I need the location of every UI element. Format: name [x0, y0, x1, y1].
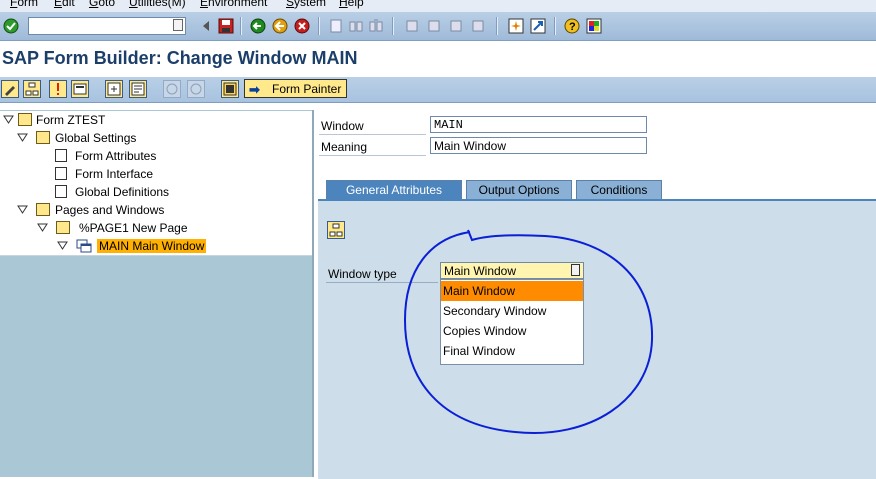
find-next-icon[interactable] — [368, 18, 384, 34]
arrow-right-icon: ➡ — [249, 82, 260, 97]
cancel-icon[interactable] — [294, 18, 310, 34]
document-icon — [55, 167, 67, 180]
disabled-tool-2-icon — [187, 80, 205, 98]
menu-help[interactable]: Help — [339, 0, 364, 9]
settings-icon[interactable] — [221, 80, 239, 98]
attributes-hierarchy-icon[interactable] — [327, 221, 345, 239]
folder-icon — [18, 113, 32, 126]
tree-node-pages-and-windows[interactable]: Pages and Windows — [0, 201, 312, 220]
save-icon[interactable] — [218, 18, 234, 34]
option-copies-window[interactable]: Copies Window — [441, 321, 583, 341]
command-field[interactable] — [28, 17, 186, 35]
menu-goto[interactable]: Goto — [89, 0, 115, 9]
menu-edit[interactable]: Edit — [54, 0, 75, 9]
expanded-triangle-icon[interactable] — [37, 222, 48, 233]
navigation-tree: Form ZTEST Global Settings Form Attribut… — [0, 110, 314, 477]
folder-icon — [36, 131, 50, 144]
tree-node-page1[interactable]: %PAGE1 New Page — [0, 219, 312, 238]
page-title: SAP Form Builder: Change Window MAIN — [2, 48, 358, 68]
menu-environment[interactable]: Environment — [200, 0, 267, 9]
expanded-triangle-icon[interactable] — [17, 132, 28, 143]
window-field[interactable]: MAIN — [430, 116, 647, 133]
folder-icon — [56, 221, 70, 234]
tab-conditions[interactable]: Conditions — [576, 180, 662, 199]
tree-node-global-settings[interactable]: Global Settings — [0, 129, 312, 148]
tree-label-main-window: MAIN Main Window — [97, 239, 207, 253]
display-change-icon[interactable] — [1, 80, 19, 98]
tab-output-options[interactable]: Output Options — [466, 180, 572, 199]
last-page-icon[interactable] — [470, 18, 486, 34]
tree-node-main-window[interactable]: MAIN Main Window — [0, 237, 312, 256]
form-painter-button[interactable]: ➡ Form Painter — [244, 79, 347, 98]
window-type-selected: Main Window — [444, 264, 517, 278]
tree-label-form: Form ZTEST — [36, 113, 106, 127]
meaning-field[interactable]: Main Window — [430, 137, 647, 154]
tree-label-pages-and-windows: Pages and Windows — [55, 203, 165, 217]
detail-pane: Window MAIN Meaning Main Window General … — [316, 110, 876, 479]
layout-menu-icon[interactable] — [586, 18, 602, 34]
tree-node-form-interface[interactable]: Form Interface — [0, 165, 312, 184]
menu-form[interactable]: Form — [10, 0, 38, 9]
tree-label-page1: %PAGE1 New Page — [79, 221, 188, 235]
dropdown-list-icon[interactable] — [571, 264, 580, 276]
form-painter-label: Form Painter — [272, 82, 342, 96]
window-icon — [76, 239, 92, 253]
expanded-triangle-icon[interactable] — [3, 114, 14, 125]
tree-node-form[interactable]: Form ZTEST — [0, 111, 312, 130]
test-icon[interactable] — [71, 80, 89, 98]
option-secondary-window[interactable]: Secondary Window — [441, 301, 583, 321]
expanded-triangle-icon[interactable] — [17, 204, 28, 215]
application-toolbar: ➡ Form Painter — [0, 77, 876, 103]
document-icon — [55, 185, 67, 198]
tree-label-form-attributes: Form Attributes — [75, 149, 157, 163]
enter-check-icon[interactable] — [3, 18, 19, 34]
document-icon — [55, 149, 67, 162]
print-icon[interactable] — [328, 18, 344, 34]
form-painter-toggle-icon[interactable] — [129, 80, 147, 98]
option-final-window[interactable]: Final Window — [441, 341, 583, 361]
window-type-dropdown[interactable]: Main Window — [440, 262, 584, 279]
back-arrow-icon[interactable] — [198, 18, 214, 34]
tree-label-global-definitions: Global Definitions — [75, 185, 170, 199]
back-green-icon[interactable] — [250, 18, 266, 34]
check-icon[interactable] — [49, 80, 67, 98]
previous-page-icon[interactable] — [426, 18, 442, 34]
disabled-tool-1-icon — [163, 80, 181, 98]
folder-icon — [36, 203, 50, 216]
exit-icon[interactable] — [272, 18, 288, 34]
field-list-icon[interactable] — [105, 80, 123, 98]
window-type-options-list: Main Window Secondary Window Copies Wind… — [440, 279, 584, 365]
command-dropdown-icon[interactable] — [173, 19, 183, 31]
shortcut-icon[interactable] — [530, 18, 546, 34]
find-icon[interactable] — [348, 18, 364, 34]
tree-label-global-settings: Global Settings — [55, 131, 137, 145]
option-main-window[interactable]: Main Window — [441, 281, 583, 301]
svg-text:?: ? — [569, 21, 576, 33]
window-type-label: Window type — [328, 267, 397, 281]
meaning-label: Meaning — [321, 140, 368, 154]
tree-label-form-interface: Form Interface — [75, 167, 154, 181]
menu-system[interactable]: System — [286, 0, 326, 9]
help-icon[interactable]: ? — [564, 18, 580, 34]
tab-content-general-attributes: Window type Main Window Main Window Seco… — [318, 199, 876, 479]
menu-bar: Form Edit Goto Utilities(M) Environment … — [0, 0, 876, 12]
menu-utilities[interactable]: Utilities(M) — [129, 0, 186, 9]
tab-general-attributes[interactable]: General Attributes — [326, 180, 462, 199]
tree-node-global-definitions[interactable]: Global Definitions — [0, 183, 312, 202]
title-bar: SAP Form Builder: Change Window MAIN — [0, 41, 876, 77]
hierarchy-icon[interactable] — [23, 80, 41, 98]
next-page-icon[interactable] — [448, 18, 464, 34]
window-label: Window — [321, 119, 364, 133]
standard-toolbar: ? — [0, 12, 876, 41]
expanded-triangle-icon[interactable] — [57, 240, 68, 251]
first-page-icon[interactable] — [404, 18, 420, 34]
create-session-icon[interactable] — [508, 18, 524, 34]
tree-node-form-attributes[interactable]: Form Attributes — [0, 147, 312, 166]
